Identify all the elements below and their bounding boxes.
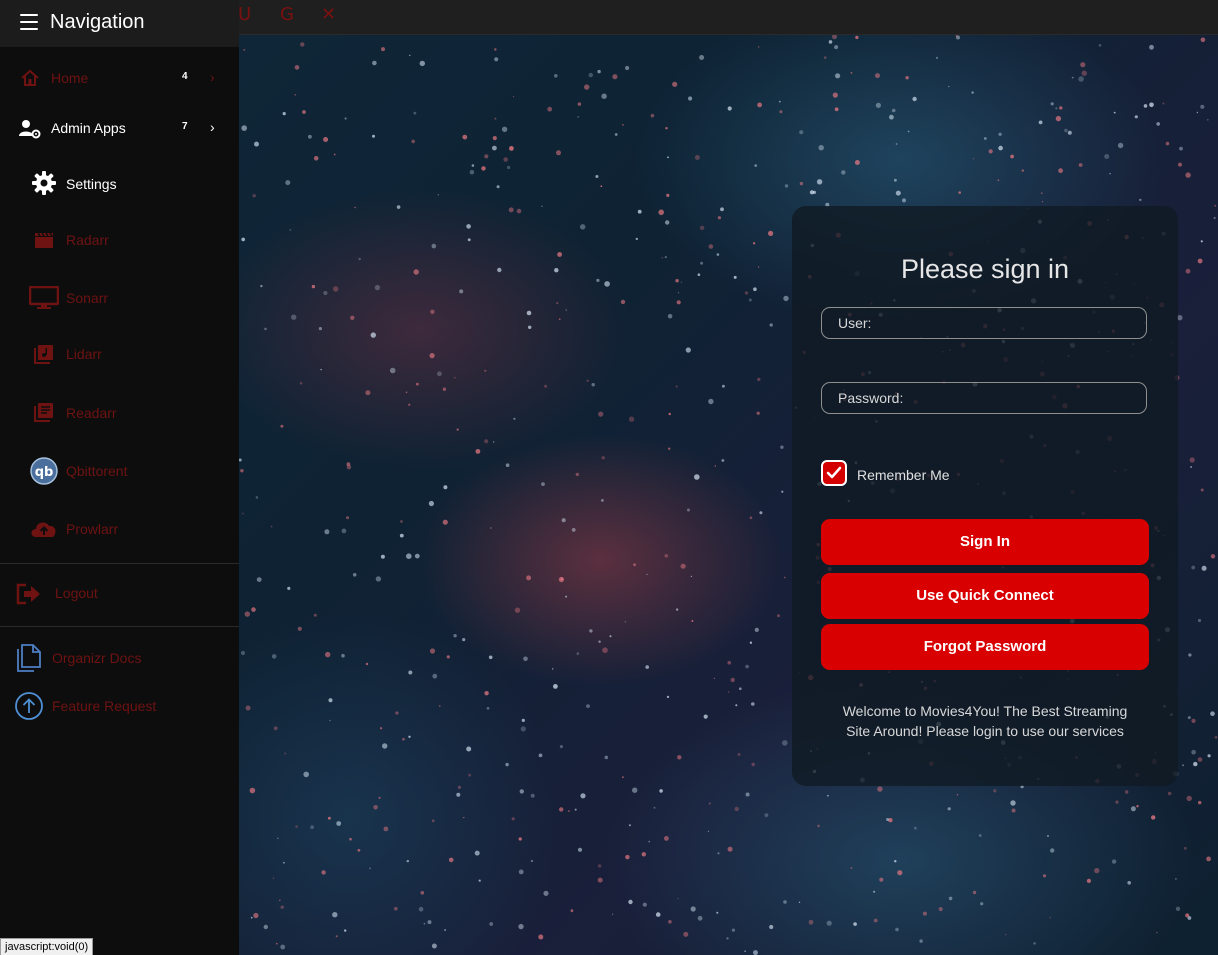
sidebar-item-feature-request[interactable]: Feature Request: [0, 686, 239, 726]
chevron-right-icon: ›: [210, 119, 215, 135]
password-input[interactable]: [821, 382, 1147, 414]
sidebar-item-sonarr[interactable]: Sonarr: [0, 278, 239, 318]
sidebar-item-qbittorent[interactable]: qb Qbittorent: [0, 451, 239, 491]
sidebar-item-settings[interactable]: Settings: [0, 164, 239, 204]
sidebar-item-label: Lidarr: [66, 346, 102, 362]
username-input[interactable]: [821, 307, 1147, 339]
arrow-up-circle-icon: [15, 692, 43, 720]
forgot-password-button[interactable]: Forgot Password: [821, 624, 1149, 670]
nav-header: Navigation: [0, 0, 239, 47]
sidebar-item-prowlarr[interactable]: Prowlarr: [0, 509, 239, 549]
user-icon[interactable]: U: [238, 4, 251, 25]
logout-icon: [16, 583, 40, 605]
sidebar-item-label: Qbittorent: [66, 463, 128, 479]
nav-title: Navigation: [50, 11, 145, 33]
sidebar-item-home[interactable]: Home 4 ›: [0, 58, 239, 98]
sidebar-item-radarr[interactable]: Radarr: [0, 220, 239, 260]
app-window: U G ✕ Navigation Home 4 › Admin Apps 7 ›…: [0, 0, 1218, 955]
welcome-text: Welcome to Movies4You! The Best Streamin…: [842, 703, 1128, 739]
clapperboard-icon: [35, 232, 53, 248]
sidebar: Navigation Home 4 › Admin Apps 7 › Setti…: [0, 0, 239, 955]
sidebar-item-organizr-docs[interactable]: Organizr Docs: [0, 638, 239, 678]
sign-in-button[interactable]: Sign In: [821, 519, 1149, 565]
hamburger-menu-icon[interactable]: [20, 14, 38, 30]
user-gear-icon: [19, 120, 41, 139]
sidebar-divider: [0, 563, 239, 564]
music-library-icon: [34, 345, 53, 364]
admin-apps-count-badge: 7: [182, 121, 188, 132]
monitor-icon: [29, 286, 59, 309]
refresh-icon[interactable]: G: [280, 4, 294, 25]
book-library-icon: [34, 403, 53, 422]
sidebar-item-label: Feature Request: [52, 698, 157, 714]
sidebar-item-label: Home: [51, 70, 89, 86]
home-icon: [21, 69, 39, 86]
status-bar: javascript:void(0): [0, 938, 94, 955]
login-card: Please sign in Remember Me Sign In Use Q…: [792, 206, 1178, 786]
cloud-upload-icon: [31, 522, 56, 537]
sidebar-divider: [0, 626, 239, 627]
qbittorrent-icon: qb: [30, 457, 58, 485]
home-count-badge: 4: [182, 71, 188, 82]
remember-me-checkbox[interactable]: [821, 460, 847, 486]
gear-icon: [32, 171, 56, 195]
sidebar-item-label: Readarr: [66, 405, 117, 421]
checkmark-icon: [826, 466, 842, 479]
sidebar-item-logout[interactable]: Logout: [0, 573, 239, 613]
sidebar-item-label: Prowlarr: [66, 521, 119, 537]
sidebar-item-label: Settings: [66, 176, 117, 192]
sidebar-item-label: Radarr: [66, 232, 109, 248]
quick-connect-button[interactable]: Use Quick Connect: [821, 573, 1149, 619]
sidebar-item-readarr[interactable]: Readarr: [0, 393, 239, 433]
close-icon[interactable]: ✕: [321, 4, 336, 25]
login-title: Please sign in: [900, 254, 1070, 284]
sidebar-item-lidarr[interactable]: Lidarr: [0, 334, 239, 374]
sidebar-item-label: Sonarr: [66, 290, 109, 306]
svg-text:qb: qb: [35, 465, 54, 480]
docs-icon: [17, 644, 41, 672]
remember-me-label[interactable]: Remember Me: [857, 467, 950, 483]
sidebar-item-label: Admin Apps: [51, 120, 126, 136]
sidebar-item-label: Organizr Docs: [52, 650, 142, 666]
chevron-right-icon: ›: [210, 69, 215, 85]
sidebar-item-label: Logout: [55, 585, 98, 601]
sidebar-item-admin-apps[interactable]: Admin Apps 7 ›: [0, 108, 239, 148]
